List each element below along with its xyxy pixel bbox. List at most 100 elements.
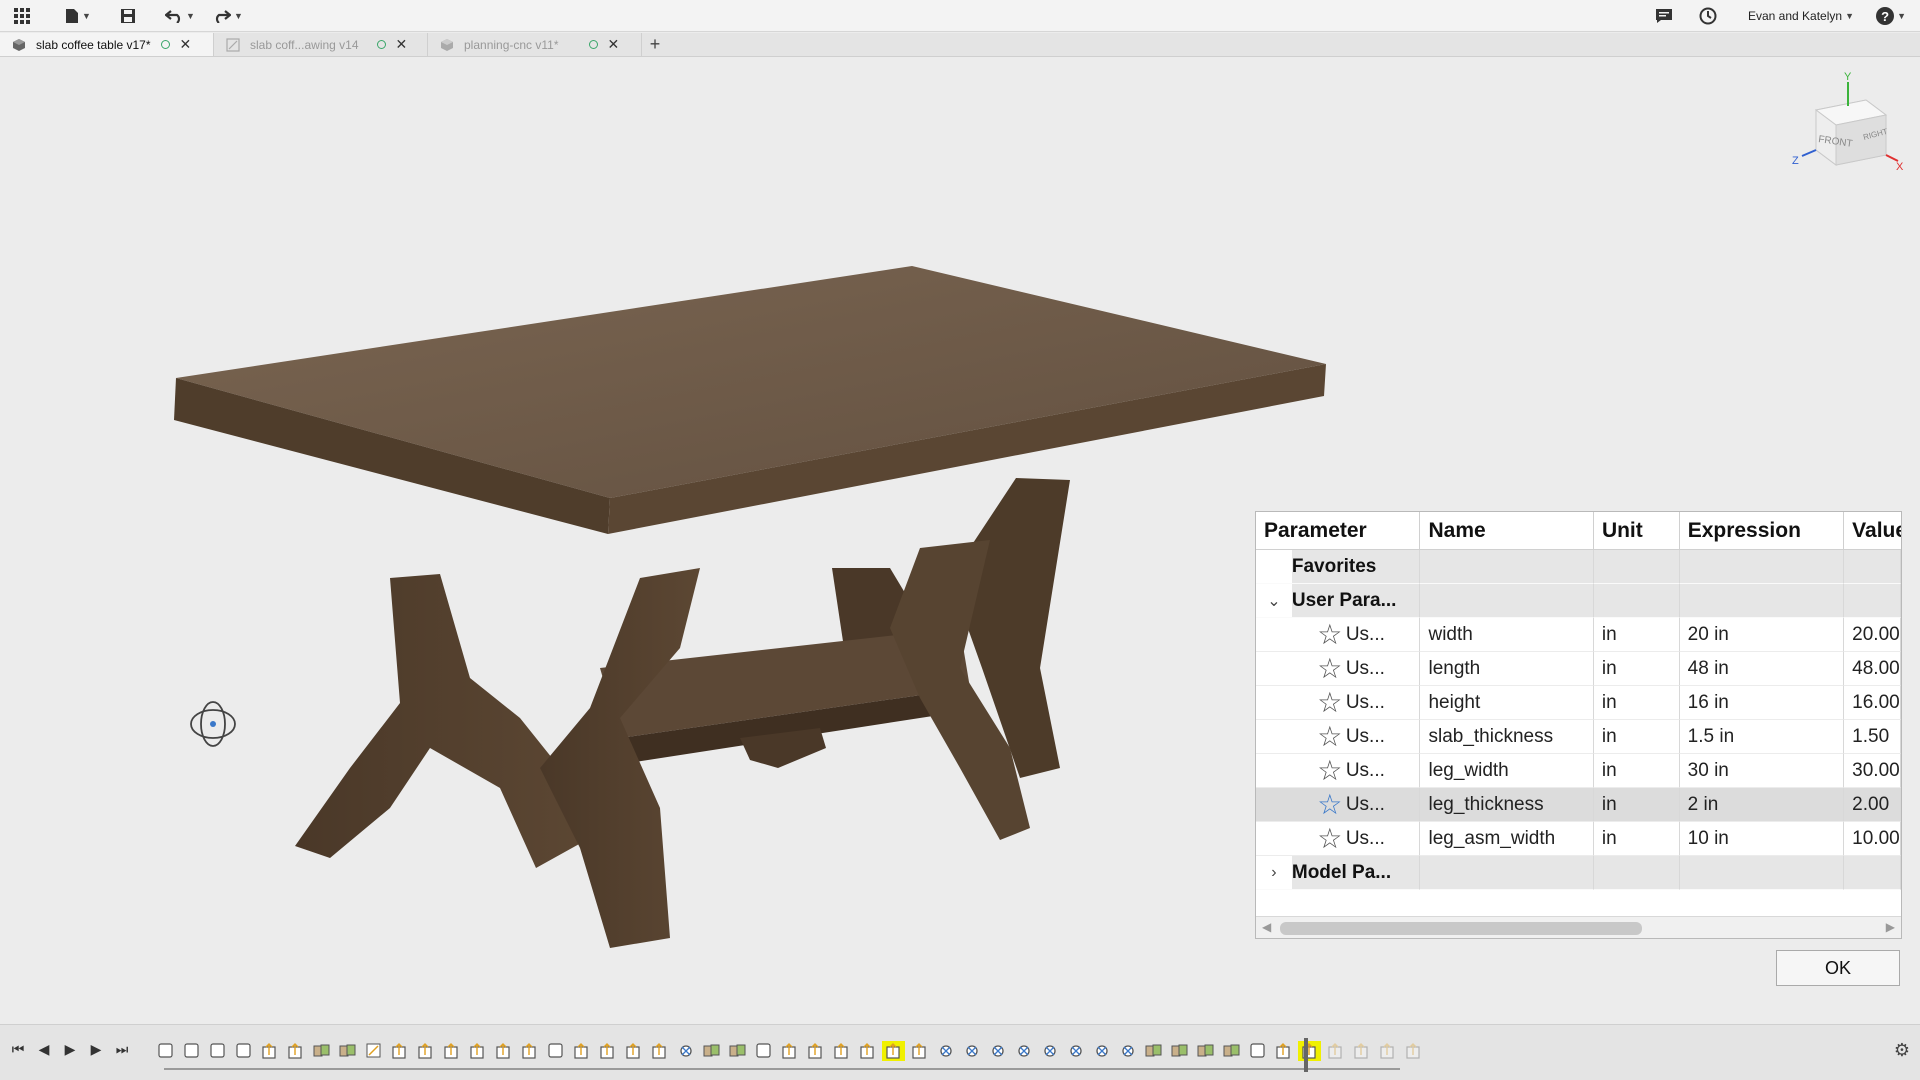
timeline-feature-joint[interactable]: [1064, 1041, 1087, 1061]
timeline-feature-sketch[interactable]: [752, 1041, 775, 1061]
help-button[interactable]: ? ▼: [1876, 0, 1906, 32]
new-tab-button[interactable]: +: [642, 33, 668, 56]
parameter-expression[interactable]: 30 in: [1679, 754, 1845, 788]
timeline-feature-combine[interactable]: [1168, 1041, 1191, 1061]
collapse-toggle[interactable]: ⌄: [1256, 584, 1292, 618]
timeline-feature-extrude[interactable]: [1324, 1041, 1347, 1061]
parameter-unit[interactable]: in: [1593, 788, 1680, 822]
parameter-row[interactable]: ☆ Us... leg_thickness in 2 in 2.00: [1256, 788, 1901, 822]
job-status-button[interactable]: [1696, 0, 1720, 32]
timeline-feature-combine[interactable]: [1220, 1041, 1243, 1061]
timeline-feature-extrude[interactable]: [258, 1041, 281, 1061]
timeline-feature-extrude[interactable]: [648, 1041, 671, 1061]
timeline-feature-extrude[interactable]: [856, 1041, 879, 1061]
timeline-feature-move[interactable]: [362, 1041, 385, 1061]
chevron-down-icon[interactable]: ⌄: [1263, 591, 1285, 611]
file-menu-button[interactable]: ▼: [56, 0, 100, 32]
timeline-feature-extrude[interactable]: [388, 1041, 411, 1061]
timeline-feature-sketch[interactable]: [232, 1041, 255, 1061]
favorite-star-icon[interactable]: ☆: [1314, 688, 1346, 717]
close-icon[interactable]: ✕: [608, 36, 620, 53]
close-icon[interactable]: ✕: [396, 36, 408, 53]
favorite-star-icon[interactable]: ☆: [1314, 790, 1346, 819]
timeline-feature-extrude[interactable]: [570, 1041, 593, 1061]
favorite-star-icon[interactable]: ☆: [1314, 756, 1346, 785]
chevron-right-icon[interactable]: ›: [1263, 864, 1285, 882]
undo-button[interactable]: ▼: [158, 0, 202, 32]
timeline-feature-extrude[interactable]: [1376, 1041, 1399, 1061]
app-grid-button[interactable]: [0, 0, 44, 32]
parameter-name[interactable]: slab_thickness: [1420, 720, 1594, 754]
timeline-feature-extrude[interactable]: [804, 1041, 827, 1061]
timeline-feature-joint[interactable]: [1038, 1041, 1061, 1061]
timeline-feature-extrude[interactable]: [1272, 1041, 1295, 1061]
parameter-unit[interactable]: in: [1593, 754, 1680, 788]
step-forward-button[interactable]: ▶: [86, 1038, 106, 1060]
timeline-feature-combine[interactable]: [700, 1041, 723, 1061]
column-header-parameter[interactable]: Parameter: [1256, 512, 1421, 549]
tab-planning-cnc[interactable]: planning-cnc v11* ✕: [428, 33, 642, 56]
parameter-name[interactable]: height: [1420, 686, 1594, 720]
timeline-feature-joint[interactable]: [960, 1041, 983, 1061]
favorite-star-icon[interactable]: ☆: [1314, 620, 1346, 649]
parameter-unit[interactable]: in: [1593, 652, 1680, 686]
timeline-feature-joint[interactable]: [986, 1041, 1009, 1061]
parameter-name[interactable]: width: [1420, 618, 1594, 652]
go-to-end-button[interactable]: ⏭: [112, 1038, 132, 1060]
timeline-feature-joint[interactable]: [1116, 1041, 1139, 1061]
parameter-unit[interactable]: in: [1593, 720, 1680, 754]
timeline-feature-sketch[interactable]: [1246, 1041, 1269, 1061]
column-header-expression[interactable]: Expression: [1680, 512, 1845, 549]
scroll-left-icon[interactable]: ◀: [1262, 920, 1271, 934]
timeline-feature-extrude[interactable]: [440, 1041, 463, 1061]
horizontal-scrollbar[interactable]: ◀ ▶: [1256, 916, 1901, 938]
parameter-expression[interactable]: 20 in: [1679, 618, 1845, 652]
timeline-feature-combine[interactable]: [1142, 1041, 1165, 1061]
timeline-feature-combine[interactable]: [726, 1041, 749, 1061]
timeline-feature-extrude[interactable]: [1350, 1041, 1373, 1061]
timeline-feature-joint[interactable]: [1012, 1041, 1035, 1061]
parameter-name[interactable]: leg_asm_width: [1420, 822, 1594, 856]
timeline-marker[interactable]: [1304, 1038, 1308, 1072]
parameter-name[interactable]: leg_thickness: [1420, 788, 1594, 822]
parameter-name[interactable]: leg_width: [1420, 754, 1594, 788]
close-icon[interactable]: ✕: [180, 36, 192, 53]
timeline-feature-combine[interactable]: [1194, 1041, 1217, 1061]
timeline-feature-extrude[interactable]: [466, 1041, 489, 1061]
timeline-feature-joint[interactable]: [674, 1041, 697, 1061]
timeline-feature-extrude[interactable]: [518, 1041, 541, 1061]
timeline-feature-sketch[interactable]: [544, 1041, 567, 1061]
parameter-row[interactable]: ☆ Us... length in 48 in 48.00: [1256, 652, 1901, 686]
timeline-feature-sketch[interactable]: [154, 1041, 177, 1061]
timeline-settings-button[interactable]: ⚙: [1894, 1040, 1910, 1061]
timeline-feature-extrude[interactable]: [908, 1041, 931, 1061]
tab-slab-coffee-drawing[interactable]: slab coff...awing v14 ✕: [214, 33, 428, 56]
timeline-feature-sketch[interactable]: [180, 1041, 203, 1061]
user-account-menu[interactable]: Evan and Katelyn ▼: [1748, 0, 1854, 32]
timeline-feature-extrude[interactable]: [596, 1041, 619, 1061]
scroll-thumb[interactable]: [1280, 922, 1642, 935]
timeline-feature-extrude[interactable]: [830, 1041, 853, 1061]
favorite-star-icon[interactable]: ☆: [1314, 722, 1346, 751]
chevron-down-icon[interactable]: ▼: [234, 11, 243, 21]
chevron-down-icon[interactable]: ▼: [186, 11, 195, 21]
timeline-feature-extrude[interactable]: [882, 1041, 905, 1061]
parameter-expression[interactable]: 10 in: [1679, 822, 1845, 856]
timeline-feature-extrude[interactable]: [284, 1041, 307, 1061]
timeline-feature-combine[interactable]: [336, 1041, 359, 1061]
favorites-group-row[interactable]: Favorites: [1256, 550, 1901, 584]
parameter-row[interactable]: ☆ Us... slab_thickness in 1.5 in 1.50: [1256, 720, 1901, 754]
save-button[interactable]: [108, 0, 148, 32]
redo-button[interactable]: ▼: [206, 0, 250, 32]
coffee-table-model[interactable]: [160, 248, 1340, 968]
parameter-row[interactable]: ☆ Us... width in 20 in 20.00: [1256, 618, 1901, 652]
favorite-star-icon[interactable]: ☆: [1314, 824, 1346, 853]
notifications-button[interactable]: [1652, 0, 1676, 32]
step-back-button[interactable]: ◀: [34, 1038, 54, 1060]
parameter-expression[interactable]: 2 in: [1679, 788, 1845, 822]
parameter-name[interactable]: length: [1420, 652, 1594, 686]
play-button[interactable]: ▶: [60, 1038, 80, 1060]
timeline-feature-joint[interactable]: [1090, 1041, 1113, 1061]
parameter-row[interactable]: ☆ Us... leg_asm_width in 10 in 10.00: [1256, 822, 1901, 856]
expand-toggle[interactable]: ›: [1256, 856, 1292, 890]
